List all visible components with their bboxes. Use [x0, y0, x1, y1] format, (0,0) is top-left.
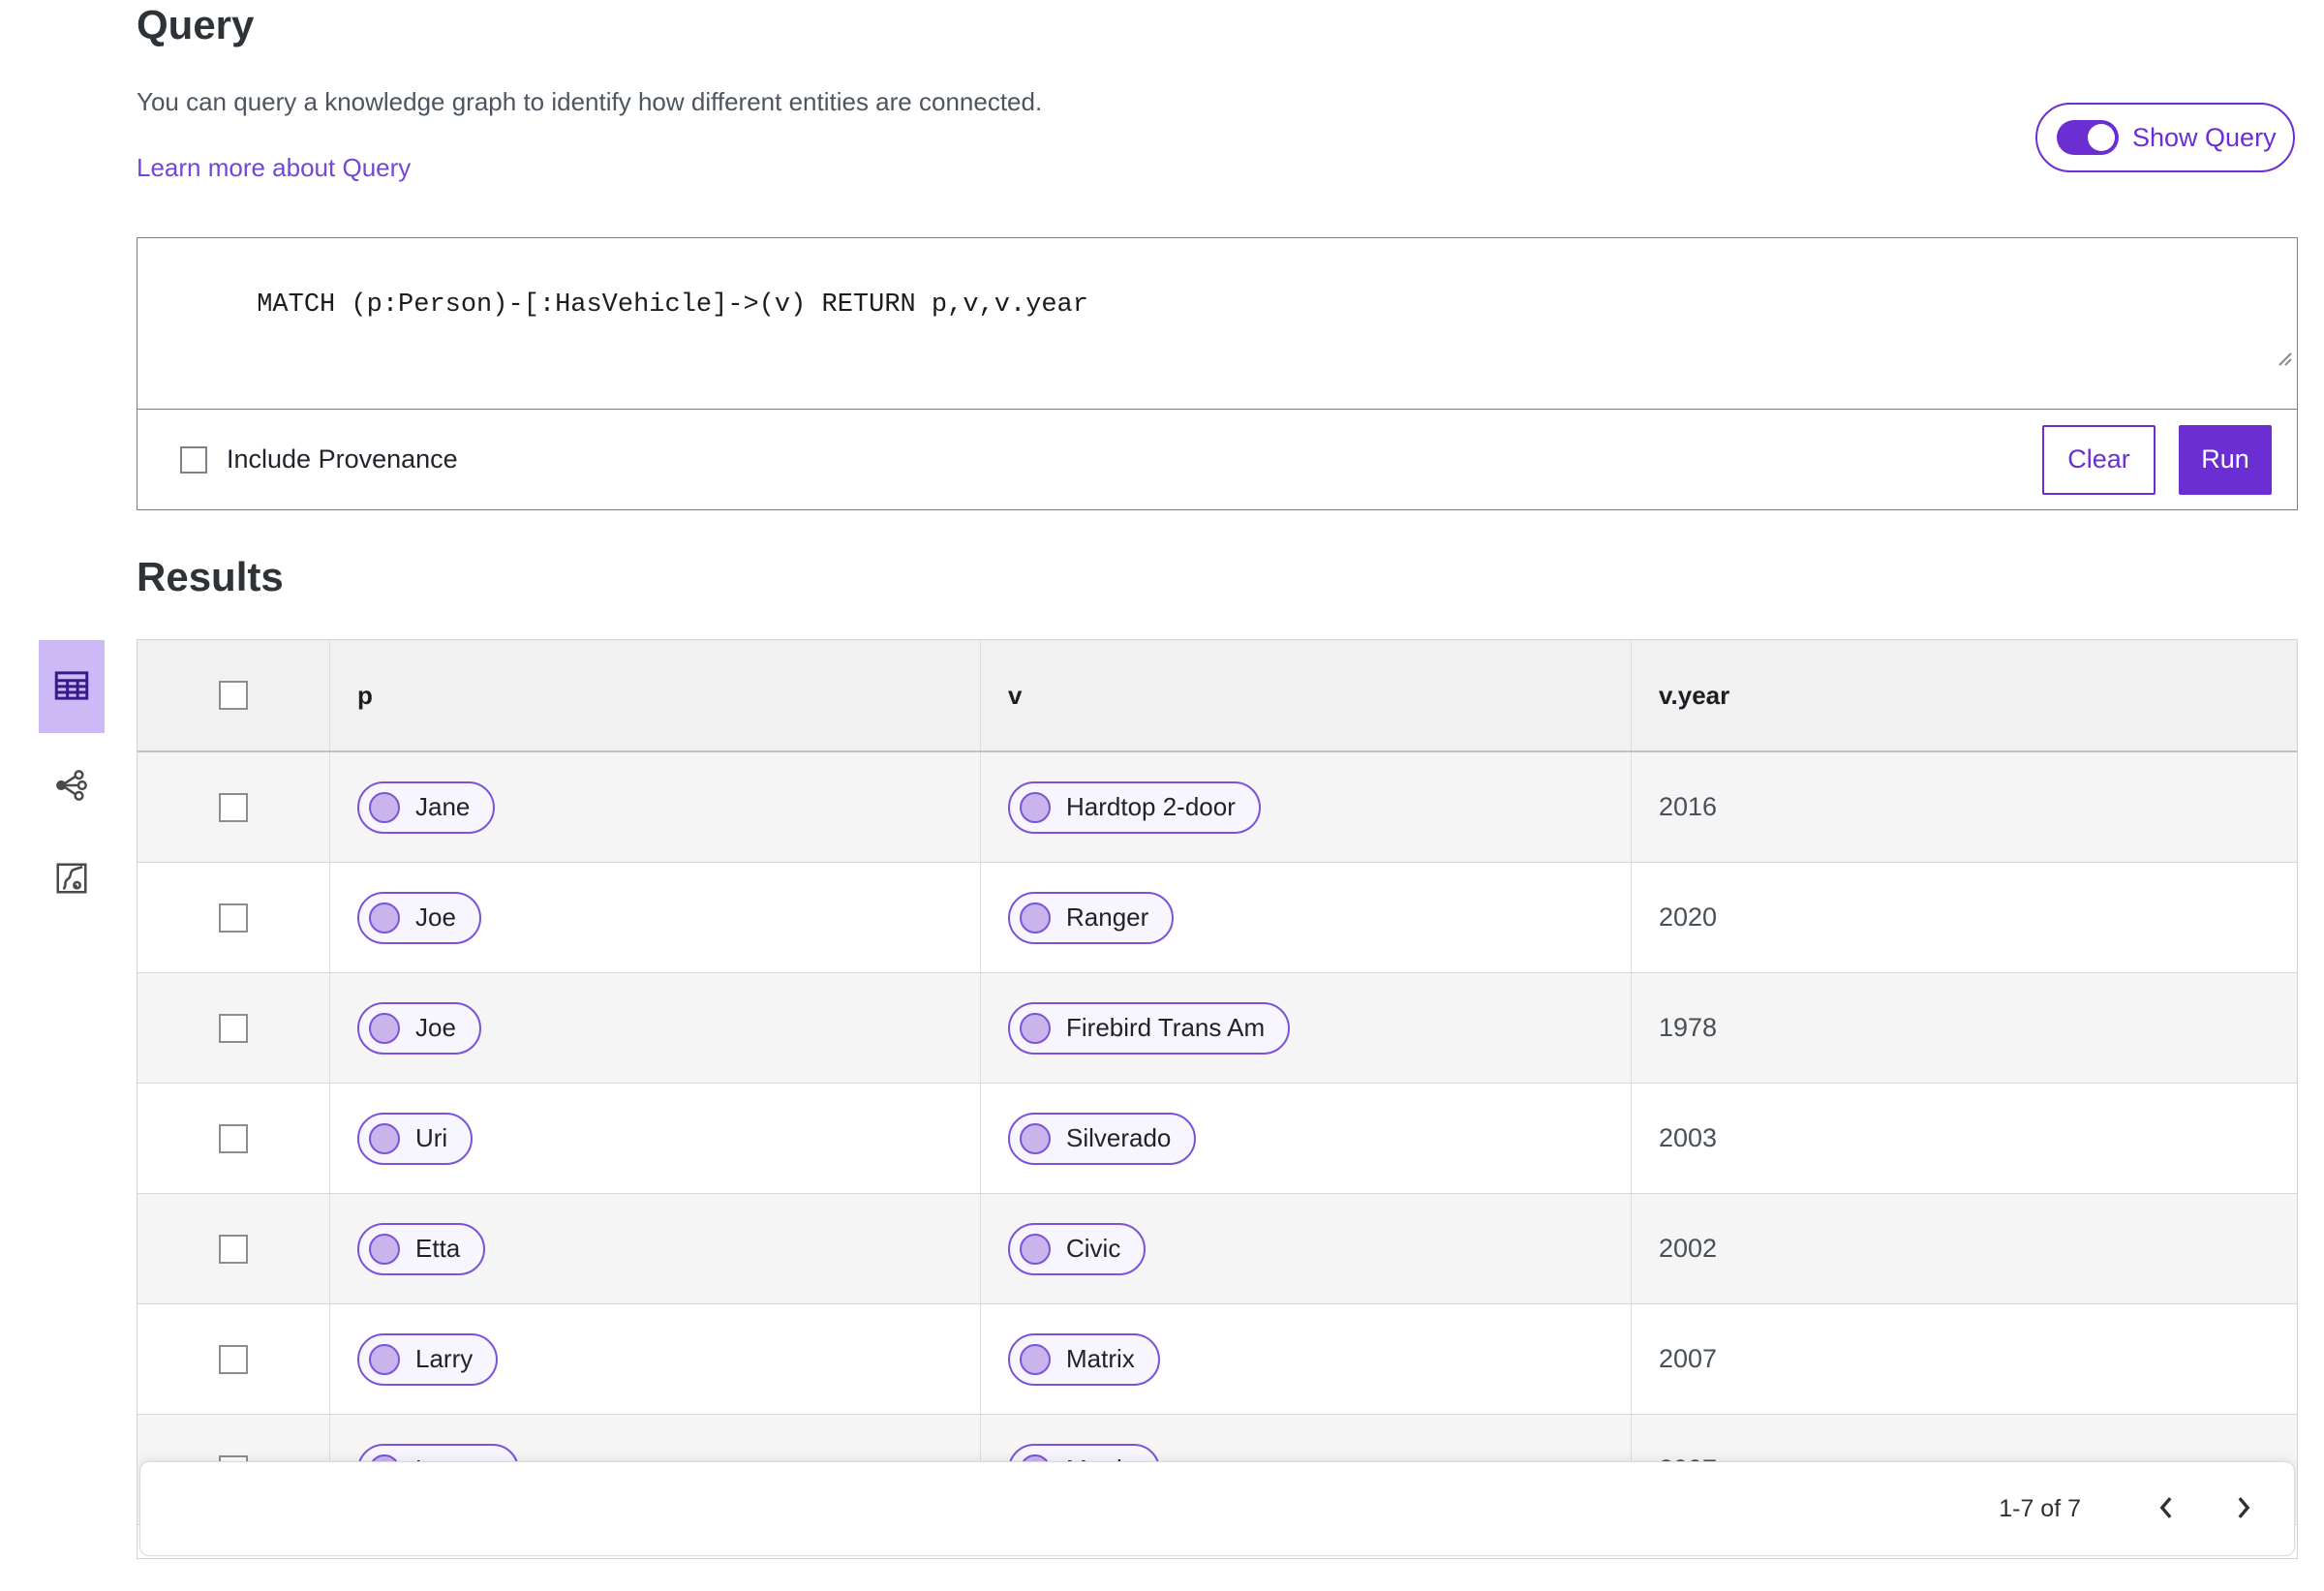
clear-button[interactable]: Clear	[2042, 424, 2156, 495]
select-all-checkbox[interactable]	[219, 681, 248, 710]
table-view-button[interactable]	[39, 640, 105, 733]
node-icon	[1020, 1122, 1051, 1154]
entity-pill-vehicle[interactable]: Hardtop 2-door	[1008, 780, 1261, 834]
entity-pill-person[interactable]: Joe	[357, 891, 481, 944]
share-nodes-icon	[52, 766, 91, 808]
table-row: Etta Civic 2002	[138, 1194, 2297, 1304]
entity-pill-vehicle[interactable]: Firebird Trans Am	[1008, 1001, 1291, 1055]
entity-pill-person[interactable]: Joe	[357, 1001, 481, 1055]
entity-pill-vehicle[interactable]: Ranger	[1008, 891, 1175, 944]
pagination-bar: 1-7 of 7	[139, 1461, 2295, 1556]
results-table: p v v.year Jane Hardtop 2-door 2016 Joe …	[137, 639, 2298, 1559]
vehicle-year-value: 2007	[1659, 1344, 1718, 1373]
vehicle-year-value: 2016	[1659, 792, 1718, 821]
row-checkbox[interactable]	[219, 1234, 248, 1264]
include-provenance-label: Include Provenance	[227, 444, 458, 474]
query-console-page: Query You can query a knowledge graph to…	[0, 0, 2324, 1591]
entity-pill-vehicle[interactable]: Silverado	[1008, 1112, 1197, 1165]
vehicle-year-value: 1978	[1659, 1013, 1718, 1042]
column-header-p: p	[357, 680, 373, 710]
node-icon	[369, 1233, 400, 1265]
entity-pill-person[interactable]: Larry	[357, 1332, 499, 1386]
query-text: MATCH (p:Person)-[:HasVehicle]->(v) RETU…	[257, 291, 1088, 320]
run-button[interactable]: Run	[2179, 424, 2272, 495]
node-icon	[369, 1122, 400, 1154]
vehicle-year-value: 2003	[1659, 1123, 1718, 1152]
row-checkbox[interactable]	[219, 1344, 248, 1374]
toggle-switch[interactable]	[2057, 120, 2119, 155]
vehicle-year-value: 2020	[1659, 903, 1718, 932]
learn-more-link[interactable]: Learn more about Query	[137, 153, 411, 183]
chevron-right-icon	[2233, 1494, 2254, 1524]
graph-view-button[interactable]	[52, 766, 91, 808]
node-icon	[1020, 791, 1051, 823]
table-row: Joe Firebird Trans Am 1978	[138, 973, 2297, 1084]
route-map-icon	[53, 860, 90, 900]
show-query-label: Show Query	[2132, 122, 2277, 152]
table-body: Jane Hardtop 2-door 2016 Joe Ranger 2020…	[138, 752, 2297, 1525]
entity-pill-vehicle[interactable]: Matrix	[1008, 1332, 1160, 1386]
page-title: Query	[137, 2, 255, 47]
entity-pill-person[interactable]: Etta	[357, 1222, 486, 1275]
include-provenance-option[interactable]: Include Provenance	[180, 444, 458, 474]
chevron-left-icon	[2156, 1494, 2177, 1524]
entity-pill-vehicle[interactable]: Civic	[1008, 1222, 1147, 1275]
query-editor-panel: MATCH (p:Person)-[:HasVehicle]->(v) RETU…	[137, 237, 2298, 510]
page-description: You can query a knowledge graph to ident…	[137, 87, 1043, 116]
previous-page-button[interactable]	[2143, 1485, 2189, 1532]
table-header-row: p v v.year	[138, 640, 2297, 752]
results-view-rail	[39, 640, 105, 900]
entity-pill-person[interactable]: Jane	[357, 780, 496, 834]
resize-handle-icon[interactable]	[2148, 318, 2293, 405]
map-view-button[interactable]	[53, 860, 90, 900]
table-row: Jane Hardtop 2-door 2016	[138, 752, 2297, 863]
show-query-toggle[interactable]: Show Query	[2035, 103, 2295, 172]
entity-pill-person[interactable]: Uri	[357, 1112, 474, 1165]
node-icon	[1020, 1233, 1051, 1265]
table-row: Uri Silverado 2003	[138, 1084, 2297, 1194]
node-icon	[1020, 1012, 1051, 1044]
pagination-range: 1-7 of 7	[1999, 1494, 2081, 1522]
results-title: Results	[137, 554, 284, 599]
include-provenance-checkbox[interactable]	[180, 445, 207, 474]
column-header-vyear: v.year	[1659, 680, 1730, 710]
table-row: Joe Ranger 2020	[138, 863, 2297, 973]
node-icon	[369, 1343, 400, 1375]
table-icon	[51, 665, 92, 709]
node-icon	[1020, 1343, 1051, 1375]
row-checkbox[interactable]	[219, 1123, 248, 1153]
node-icon	[1020, 902, 1051, 933]
vehicle-year-value: 2002	[1659, 1234, 1718, 1263]
column-header-v: v	[1008, 680, 1023, 710]
toggle-knob	[2088, 124, 2115, 151]
node-icon	[369, 1012, 400, 1044]
query-footer: Include Provenance Clear Run	[138, 410, 2297, 509]
node-icon	[369, 902, 400, 933]
next-page-button[interactable]	[2220, 1485, 2267, 1532]
row-checkbox[interactable]	[219, 903, 248, 933]
node-icon	[369, 791, 400, 823]
row-checkbox[interactable]	[219, 792, 248, 822]
query-input[interactable]: MATCH (p:Person)-[:HasVehicle]->(v) RETU…	[138, 238, 2297, 410]
table-row: Larry Matrix 2007	[138, 1304, 2297, 1415]
row-checkbox[interactable]	[219, 1013, 248, 1043]
